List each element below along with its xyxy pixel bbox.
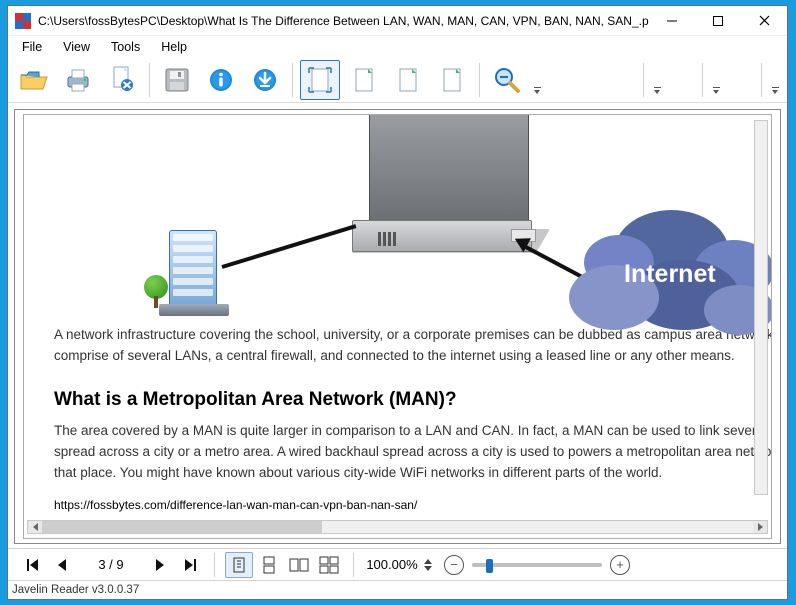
nav-separator (353, 553, 354, 577)
open-button[interactable] (14, 60, 54, 100)
page: Internet A network infrastructure coveri… (23, 114, 772, 539)
close-button[interactable] (741, 6, 787, 36)
toolbar-overflow[interactable] (769, 60, 781, 100)
download-button[interactable] (245, 60, 285, 100)
zoom-out-step-button[interactable]: − (444, 555, 464, 575)
toolbar-separator (643, 63, 644, 97)
status-text: Javelin Reader v3.0.0.37 (12, 584, 139, 596)
toolbar-overflow[interactable] (710, 60, 722, 100)
title-bar: C:\Users\fossBytesPC\Desktop\What Is The… (8, 6, 787, 36)
page-number-input[interactable] (78, 554, 144, 576)
next-page-button[interactable] (146, 552, 174, 578)
maximize-button[interactable] (695, 6, 741, 36)
remove-doc-icon (108, 65, 136, 95)
printer-icon (63, 67, 93, 93)
last-page-button[interactable] (176, 552, 204, 578)
toolbar-overflow[interactable] (651, 60, 663, 100)
single-page-view-button[interactable] (225, 552, 253, 578)
menu-tools[interactable]: Tools (111, 40, 140, 54)
page-icon (438, 65, 466, 95)
menu-bar: File View Tools Help (8, 36, 787, 58)
save-icon (163, 66, 191, 94)
cloud-label: Internet (624, 260, 716, 289)
page-mode-2-button[interactable] (388, 60, 428, 100)
minimize-button[interactable] (649, 6, 695, 36)
toolbar (8, 58, 787, 103)
prev-page-button[interactable] (48, 552, 76, 578)
page-mode-1-button[interactable] (344, 60, 384, 100)
toolbar-separator (761, 63, 762, 97)
menu-file[interactable]: File (22, 40, 42, 54)
tree-image (144, 275, 168, 308)
scroll-thumb[interactable] (42, 521, 322, 533)
building-image (159, 230, 229, 315)
network-illustration: Internet (54, 115, 772, 315)
app-icon (8, 13, 38, 29)
toolbar-separator (702, 63, 703, 97)
page-nav-bar: 100.00% − + (8, 548, 787, 580)
info-button[interactable] (201, 60, 241, 100)
zoom-slider[interactable] (472, 563, 602, 567)
zoom-out-icon (492, 65, 522, 95)
print-button[interactable] (58, 60, 98, 100)
zoom-step-up[interactable] (424, 559, 432, 564)
zoom-slider-knob[interactable] (486, 559, 493, 573)
scroll-right-button[interactable] (753, 521, 767, 533)
download-icon (251, 66, 279, 94)
page-mode-3-button[interactable] (432, 60, 472, 100)
remove-doc-button[interactable] (102, 60, 142, 100)
scroll-left-button[interactable] (28, 521, 42, 533)
fit-page-icon (305, 65, 335, 95)
page-icon (394, 65, 422, 95)
continuous-facing-view-button[interactable] (315, 552, 343, 578)
continuous-view-button[interactable] (255, 552, 283, 578)
menu-view[interactable]: View (63, 40, 90, 54)
vertical-scrollbar[interactable] (754, 120, 768, 495)
toolbar-separator (292, 63, 293, 97)
page-container: Internet A network infrastructure coveri… (14, 109, 781, 544)
info-icon (207, 66, 235, 94)
first-page-button[interactable] (18, 552, 46, 578)
document-viewport: Internet A network infrastructure coveri… (8, 103, 787, 548)
zoom-in-step-button[interactable]: + (610, 555, 630, 575)
source-url: https://fossbytes.com/difference-lan-wan… (54, 498, 772, 512)
folder-open-icon (19, 67, 49, 93)
fit-page-button[interactable] (300, 60, 340, 100)
zoom-out-button[interactable] (487, 60, 527, 100)
save-button[interactable] (157, 60, 197, 100)
window-title: C:\Users\fossBytesPC\Desktop\What Is The… (38, 14, 649, 28)
section-heading: What is a Metropolitan Area Network (MAN… (54, 389, 772, 411)
app-window: C:\Users\fossBytesPC\Desktop\What Is The… (7, 5, 788, 600)
toolbar-separator (149, 63, 150, 97)
horizontal-scrollbar[interactable] (27, 520, 768, 534)
internet-cloud-image: Internet (554, 210, 769, 350)
page-icon (350, 65, 378, 95)
zoom-level-label: 100.00% (364, 557, 420, 572)
menu-help[interactable]: Help (161, 40, 187, 54)
nav-separator (214, 553, 215, 577)
status-bar: Javelin Reader v3.0.0.37 (8, 580, 787, 599)
facing-view-button[interactable] (285, 552, 313, 578)
toolbar-dropdown[interactable] (531, 60, 543, 100)
zoom-step-down[interactable] (424, 566, 432, 571)
body-paragraph: The area covered by a MAN is quite large… (54, 421, 772, 484)
window-controls (649, 6, 787, 36)
toolbar-separator (479, 63, 480, 97)
